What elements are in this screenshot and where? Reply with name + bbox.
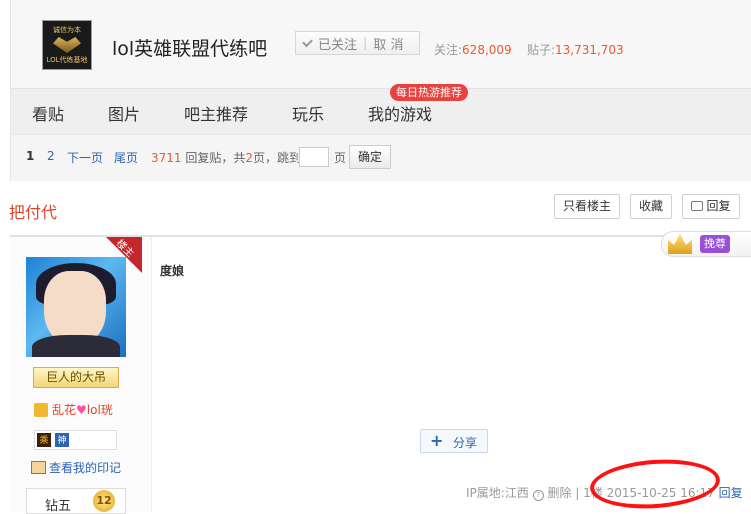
nav-tab-fun[interactable]: 玩乐 [292,101,324,125]
rank-box[interactable]: 钻五 12 [26,488,126,514]
vip-crown-badge[interactable]: 挽尊 [661,231,751,257]
help-icon[interactable]: ? [532,490,544,501]
pager-bar: 1 2 下一页 尾页 3711 回复贴，共2页，跳到 页 确定 [10,134,751,181]
page-1: 1 [26,149,35,163]
post-reply-link[interactable]: 回复 [719,486,743,500]
reply-text: 回复贴，共 [185,151,246,165]
crown-icon [668,234,692,254]
page-jump-text: 页，跳到 [253,151,302,165]
post-count-label: 贴子: [526,43,555,57]
fan-name-row[interactable]: 乱花 ♥ lol珖 [34,401,113,418]
view-seal-link[interactable]: 查看我的印记 [31,459,121,476]
delete-link[interactable]: 删除 [547,486,571,500]
next-page-link[interactable]: 下一页 [67,149,103,166]
vip-label: 挽尊 [700,235,730,253]
page-jump-confirm-button[interactable]: 确定 [349,145,391,169]
reply-count: 3711 [151,151,182,165]
post-tail: IP属地:江西 ? 删除 | 1楼 2015-10-25 16:17 回复 [466,484,743,501]
follow-control: 已关注 | 取 消 [295,31,420,55]
page-jump-input[interactable] [299,147,329,167]
followed-label: 已关注 [318,37,358,53]
total-pages: 2 [245,151,254,165]
forum-nav: 看贴 图片 吧主推荐 玩乐 我的游戏 每日热游推荐 [10,84,751,135]
unfollow-button[interactable]: 取 消 [373,34,403,53]
post-floor-1: 楼主 巨人的大吊 乱花 ♥ lol珖 乘 神 查看我的印记 钻五 12 挽尊 度娘 … [10,231,751,514]
post-datetime: 2015-10-25 16:17 [606,486,715,500]
avatar-face [44,271,106,345]
share-label: 分享 [453,436,478,450]
floor-number: | 1楼 [575,486,603,500]
page-2-link[interactable]: 2 [47,149,55,163]
nav-tab-my-games[interactable]: 我的游戏 [368,101,432,125]
forum-name[interactable]: lol英雄联盟代练吧 [112,34,267,61]
follow-separator: | [363,35,368,51]
logo-top-text: 诚信为本 [53,26,81,34]
fan-badge-icon [34,402,48,417]
nav-tab-recommended[interactable]: 吧主推荐 [184,101,248,125]
check-icon [302,36,313,47]
fan-name-a: 乱花 [52,403,77,417]
post-count: 13,731,703 [554,43,624,57]
only-op-button[interactable]: 只看楼主 [554,194,620,219]
plus-icon: + [430,431,444,450]
ip-location: IP属地:江西 [466,486,529,500]
avatar-body [32,335,120,357]
view-seal-label: 查看我的印记 [49,461,122,475]
level-title-badge[interactable]: 巨人的大吊 [33,367,119,388]
page-unit-label: 页 [334,151,347,165]
rank-level-badge: 12 [93,490,115,512]
post-content: 度娘 [160,264,185,278]
hot-games-badge[interactable]: 每日热游推荐 [390,84,468,101]
rank-name: 钻五 [45,499,72,514]
badge-icon-2[interactable]: 神 [55,433,69,447]
nav-tab-posts[interactable]: 看贴 [32,101,64,125]
badge-row: 乘 神 [34,430,117,450]
reply-button[interactable]: 回复 [682,194,740,219]
logo-bottom-text: LOL代练基地 [46,56,88,64]
forum-stats: 关注:628,009 贴子:13,731,703 [434,41,624,58]
badge-icon-1[interactable]: 乘 [37,433,51,447]
fan-name-b: lol珖 [86,403,113,417]
favorite-button[interactable]: 收藏 [630,194,672,219]
comment-icon [691,201,704,211]
follow-count: 628,009 [462,43,512,57]
reply-button-label: 回复 [706,199,731,213]
logo-emblem-icon [53,37,81,53]
author-sidebar: 楼主 巨人的大吊 乱花 ♥ lol珖 乘 神 查看我的印记 钻五 12 [10,237,152,514]
forum-logo[interactable]: 诚信为本 LOL代练基地 [42,20,92,70]
follow-count-label: 关注: [434,43,463,57]
last-page-link[interactable]: 尾页 [114,149,138,166]
forum-header: 诚信为本 LOL代练基地 lol英雄联盟代练吧 已关注 | 取 消 关注:628… [10,0,751,88]
thread-title: 把付代 [9,203,58,222]
nav-tab-pictures[interactable]: 图片 [108,101,140,125]
book-icon [31,461,46,474]
reply-info: 3711 回复贴，共2页，跳到 [151,149,301,166]
heart-icon: ♥ [76,402,87,417]
share-button[interactable]: + 分享 [420,429,488,453]
